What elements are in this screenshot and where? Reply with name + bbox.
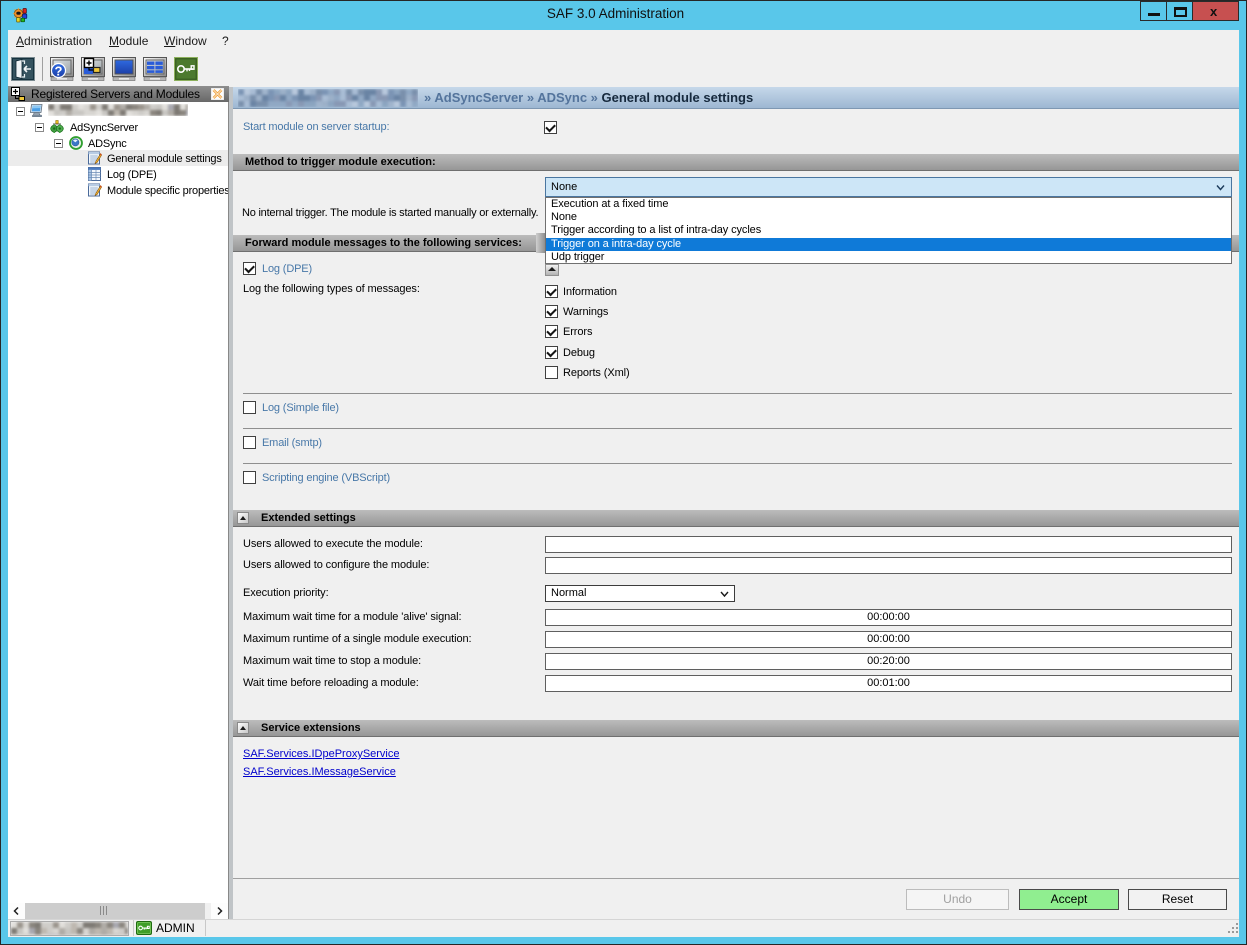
- svg-text:?: ?: [55, 63, 63, 78]
